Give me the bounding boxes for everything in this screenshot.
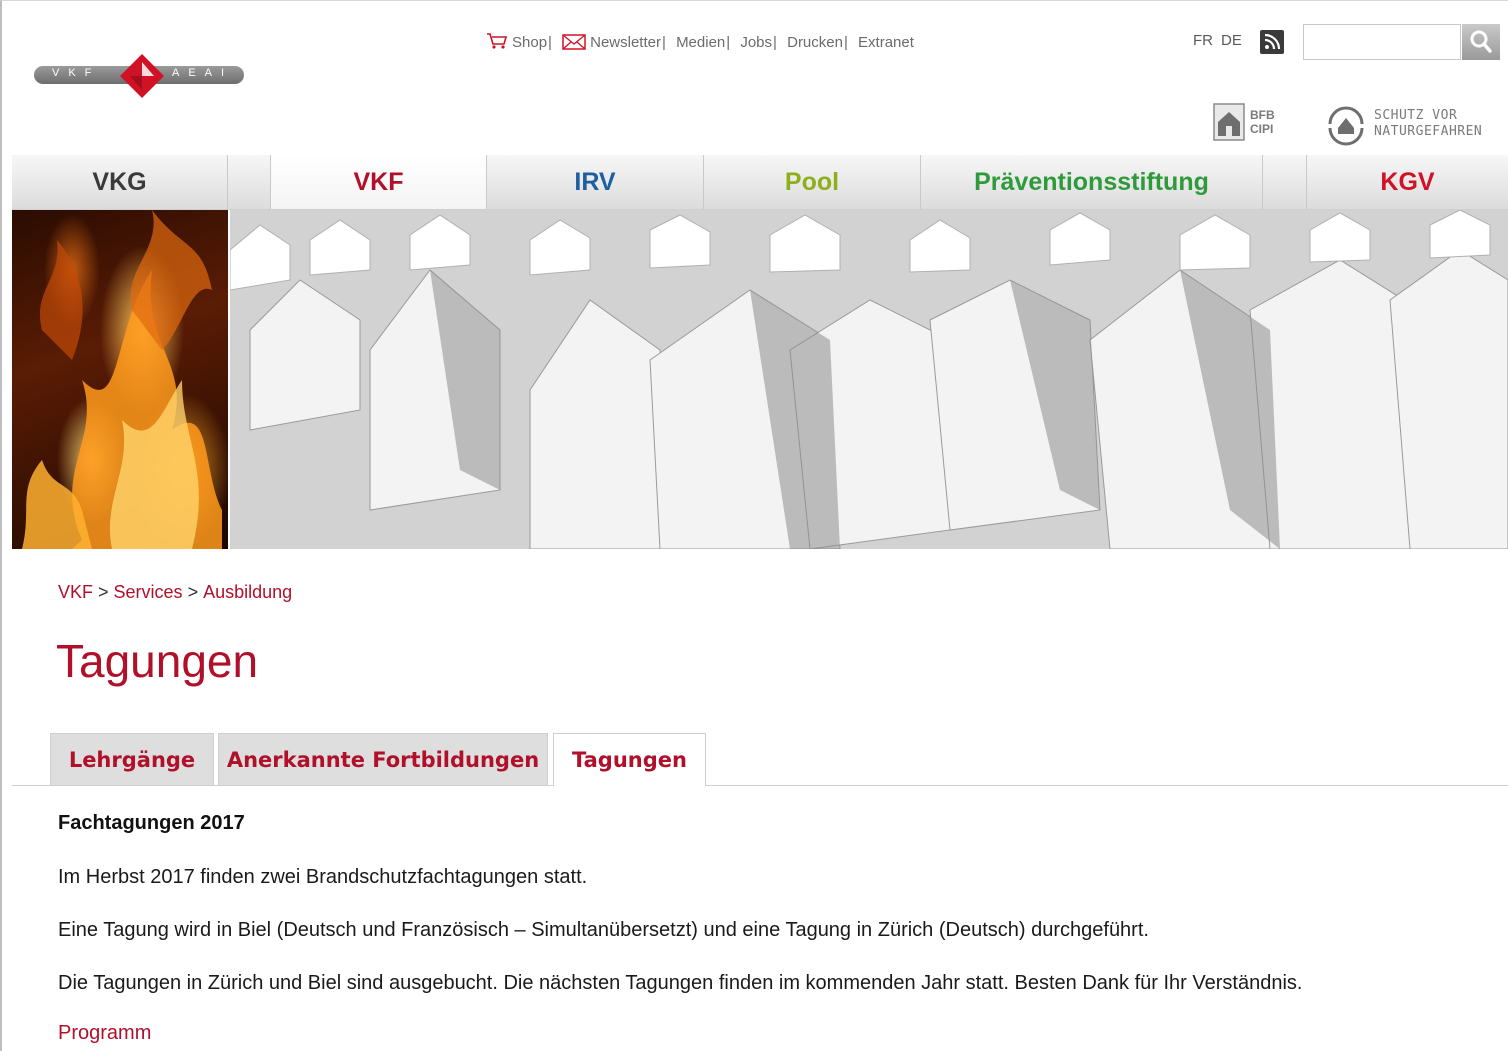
language-de-link[interactable]: DE bbox=[1221, 32, 1242, 49]
shop-link[interactable]: Shop bbox=[486, 33, 548, 51]
nav-kgv[interactable]: KGV bbox=[1307, 155, 1508, 209]
city-model-graphic bbox=[230, 210, 1508, 549]
link-separator: | bbox=[548, 34, 552, 51]
magnifier-icon bbox=[1470, 30, 1492, 53]
nav-irv[interactable]: IRV bbox=[487, 155, 704, 209]
city-model-image bbox=[230, 210, 1508, 549]
link-separator: | bbox=[843, 34, 848, 51]
flames-graphic bbox=[22, 210, 222, 549]
schutz-line-2: NATURGEFAHREN bbox=[1374, 124, 1483, 139]
search-button[interactable] bbox=[1462, 24, 1500, 60]
bfb-cipi-logo[interactable]: BFB CIPI bbox=[1212, 100, 1292, 142]
link-separator: | bbox=[726, 34, 731, 51]
vkf-aeai-logo[interactable]: VKF AEAI bbox=[34, 54, 246, 98]
envelope-icon bbox=[562, 34, 586, 50]
breadcrumb: VKF > Services > Ausbildung bbox=[58, 582, 292, 603]
schutz-line-1: SCHUTZ VOR bbox=[1374, 108, 1458, 123]
house-shield-icon bbox=[1213, 103, 1245, 141]
top-utility-links: Shop| Newsletter| Medien| Jobs| Drucken|… bbox=[486, 32, 914, 51]
fire-image bbox=[12, 210, 228, 549]
paragraph-1: Im Herbst 2017 finden zwei Brandschutzfa… bbox=[58, 866, 588, 888]
bfb-line-1: BFB bbox=[1250, 108, 1275, 122]
main-navigation: VKG VKF IRV Pool Präventionsstiftung KGV bbox=[12, 155, 1508, 210]
programm-link[interactable]: Programm bbox=[58, 1022, 151, 1045]
schutz-vor-naturgefahren-logo[interactable]: SCHUTZ VOR NATURGEFAHREN bbox=[1326, 104, 1508, 146]
breadcrumb-separator: > bbox=[187, 582, 199, 602]
hero-banner bbox=[12, 210, 1508, 549]
nav-pool[interactable]: Pool bbox=[704, 155, 921, 209]
rss-icon bbox=[1264, 33, 1281, 50]
schutz-logo-text: SCHUTZ VOR NATURGEFAHREN bbox=[1374, 108, 1482, 140]
section-heading: Fachtagungen 2017 bbox=[58, 812, 245, 834]
newsletter-link-label: Newsletter bbox=[590, 34, 661, 51]
newsletter-link[interactable]: Newsletter bbox=[562, 34, 661, 51]
bfb-line-2: CIPI bbox=[1250, 122, 1274, 136]
nav-praeventionsstiftung[interactable]: Präventionsstiftung bbox=[921, 155, 1263, 209]
extranet-link[interactable]: Extranet bbox=[858, 34, 914, 51]
bfb-logo-text: BFB CIPI bbox=[1250, 108, 1275, 136]
link-separator: | bbox=[661, 34, 666, 51]
shopping-cart-icon bbox=[487, 33, 508, 49]
nav-vkf[interactable]: VKF bbox=[271, 155, 487, 209]
search-input[interactable] bbox=[1303, 24, 1461, 60]
jobs-link[interactable]: Jobs bbox=[740, 34, 772, 51]
breadcrumb-ausbildung[interactable]: Ausbildung bbox=[203, 582, 292, 602]
link-separator: | bbox=[773, 34, 777, 51]
drucken-link[interactable]: Drucken bbox=[787, 34, 843, 51]
medien-link[interactable]: Medien bbox=[676, 34, 725, 51]
page-title: Tagungen bbox=[56, 635, 259, 687]
content-tabs: Lehrgänge Anerkannte Fortbildungen Tagun… bbox=[12, 733, 1508, 786]
vkf-diamond-logo-icon bbox=[120, 54, 164, 98]
tab-anerkannte-fortbildungen[interactable]: Anerkannte Fortbildungen bbox=[218, 733, 548, 785]
breadcrumb-services[interactable]: Services bbox=[114, 582, 183, 602]
paragraph-2: Eine Tagung wird in Biel (Deutsch und Fr… bbox=[58, 919, 1149, 941]
house-circle-icon bbox=[1328, 106, 1364, 146]
language-fr-link[interactable]: FR bbox=[1193, 32, 1213, 49]
rss-feed-button[interactable] bbox=[1260, 30, 1284, 54]
paragraph-3: Die Tagungen in Zürich und Biel sind aus… bbox=[58, 972, 1303, 994]
breadcrumb-separator: > bbox=[98, 582, 109, 602]
nav-spacer bbox=[1263, 155, 1307, 209]
logo-left-letters: VKF bbox=[52, 67, 101, 79]
tab-lehrgaenge[interactable]: Lehrgänge bbox=[50, 733, 214, 785]
shop-link-label: Shop bbox=[512, 34, 548, 51]
nav-spacer bbox=[228, 155, 271, 209]
nav-vkg[interactable]: VKG bbox=[12, 155, 228, 209]
breadcrumb-vkf[interactable]: VKF bbox=[58, 582, 93, 602]
tab-tagungen[interactable]: Tagungen bbox=[553, 733, 706, 786]
logo-right-letters: AEAI bbox=[172, 67, 234, 79]
